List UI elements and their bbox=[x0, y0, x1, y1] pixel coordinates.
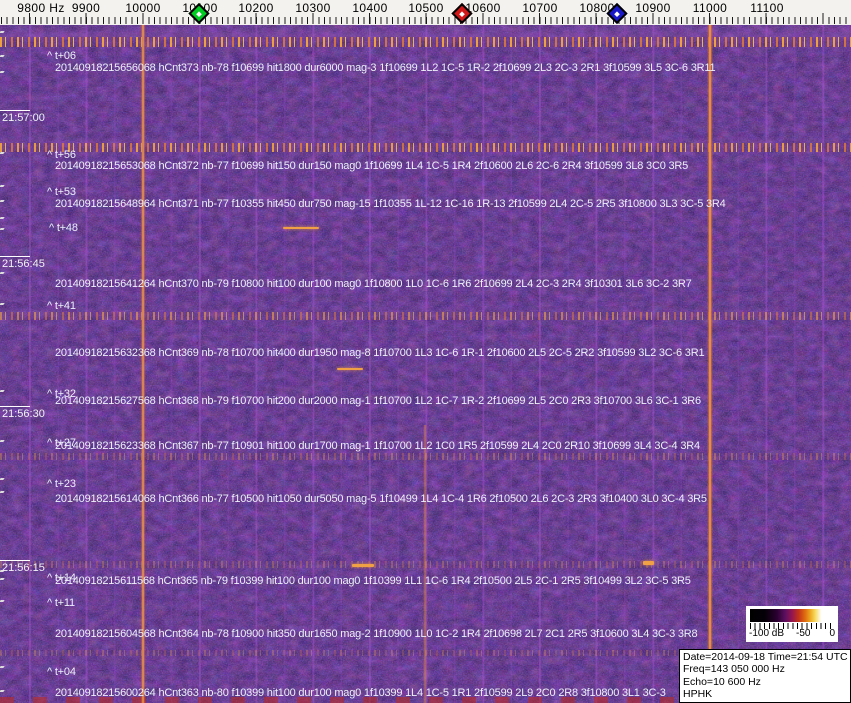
time-axis-label: 21:56:30 bbox=[2, 408, 45, 420]
event-data-line: 20140918215632368 hCnt369 nb-78 f10700 h… bbox=[55, 347, 705, 359]
echo-streak bbox=[337, 368, 363, 370]
spectrum-waterfall-window: 9800 Hz990010000101001020010300104001050… bbox=[0, 0, 851, 703]
time-axis-label: 21:57:00 bbox=[2, 112, 45, 124]
event-time-tag: ^ t+11 bbox=[47, 597, 75, 609]
event-time-tag: ^ t+04 bbox=[47, 666, 76, 678]
status-info-box: Date=2014-09-18 Time=21:54 UTC Freq=143 … bbox=[679, 649, 851, 703]
echo-streak bbox=[643, 561, 654, 565]
freq-axis-label: 10900 bbox=[635, 1, 671, 15]
time-tick-line bbox=[0, 110, 30, 111]
event-time-tag: ^ t+23 bbox=[47, 478, 76, 490]
freq-axis-label: 10500 bbox=[408, 1, 444, 15]
time-tick-line bbox=[0, 256, 30, 257]
db-mid-label: -50 bbox=[796, 628, 811, 639]
time-axis-label: 21:56:15 bbox=[2, 562, 45, 574]
noise-band bbox=[0, 37, 851, 47]
event-data-line: 20140918215614068 hCnt366 nb-77 f10500 h… bbox=[55, 493, 707, 505]
freq-axis-label: 10300 bbox=[295, 1, 331, 15]
event-time-tag: ^ t+48 bbox=[49, 222, 78, 234]
info-mode-label: HPHK bbox=[683, 687, 713, 700]
db-color-scale: -100 dB -50 0 bbox=[746, 606, 838, 642]
event-data-line: 20140918215623368 hCnt367 nb-77 f10901 h… bbox=[55, 440, 700, 452]
freq-axis-label: 11000 bbox=[692, 1, 728, 15]
event-data-line: 20140918215627568 hCnt368 nb-79 f10700 h… bbox=[55, 395, 701, 407]
event-time-tag: ^ t+06 bbox=[47, 50, 76, 62]
event-data-line: 20140918215641264 hCnt370 nb-79 f10800 h… bbox=[55, 278, 692, 290]
db-min-label: -100 dB bbox=[749, 628, 785, 639]
time-tick-line bbox=[0, 406, 30, 407]
noise-band bbox=[0, 312, 851, 320]
carrier-line bbox=[707, 25, 713, 703]
time-axis-label: 21:56:45 bbox=[2, 258, 45, 270]
event-data-line: 20140918215656068 hCnt373 nb-78 f10699 h… bbox=[55, 62, 716, 74]
event-data-line: 20140918215611568 hCnt365 nb-79 f10399 h… bbox=[55, 575, 691, 587]
carrier-line bbox=[140, 25, 146, 703]
db-gradient-bar bbox=[750, 609, 834, 622]
freq-axis-label: 9900 bbox=[71, 1, 101, 15]
db-max-label: 0 bbox=[829, 628, 835, 639]
echo-streak bbox=[352, 564, 374, 567]
carrier-line bbox=[423, 425, 427, 703]
info-frequency: Freq=143 050 000 Hz bbox=[683, 663, 785, 676]
freq-axis-label: 10000 bbox=[125, 1, 161, 15]
noise-band bbox=[0, 143, 851, 152]
freq-axis-label: 10200 bbox=[238, 1, 274, 15]
event-time-tag: ^ t+53 bbox=[47, 186, 76, 198]
frequency-ruler[interactable]: 9800 Hz990010000101001020010300104001050… bbox=[0, 0, 851, 25]
echo-streak bbox=[283, 227, 319, 229]
event-data-line: 20140918215648964 hCnt371 nb-77 f10355 h… bbox=[55, 198, 726, 210]
event-data-line: 20140918215604568 hCnt364 nb-78 f10900 h… bbox=[55, 628, 698, 640]
waterfall-spectrogram: -100 dB -50 0 Date=2014-09-18 Time=21:54… bbox=[0, 25, 851, 703]
info-echo-frequency: Echo=10 600 Hz bbox=[683, 675, 761, 688]
freq-axis-label: 10400 bbox=[352, 1, 388, 15]
event-data-line: 20140918215653068 hCnt372 nb-77 f10699 h… bbox=[55, 160, 689, 172]
freq-axis-label: 9800 Hz bbox=[17, 1, 65, 15]
freq-axis-label: 10700 bbox=[522, 1, 558, 15]
100hz-gridlines bbox=[29, 25, 851, 703]
freq-axis-label: 11100 bbox=[750, 1, 784, 15]
time-tick-line bbox=[0, 560, 30, 561]
event-data-line: 20140918215600264 hCnt363 nb-80 f10399 h… bbox=[55, 687, 666, 699]
event-time-tag: ^ t+41 bbox=[47, 300, 76, 312]
info-date-time: Date=2014-09-18 Time=21:54 UTC bbox=[683, 651, 848, 663]
